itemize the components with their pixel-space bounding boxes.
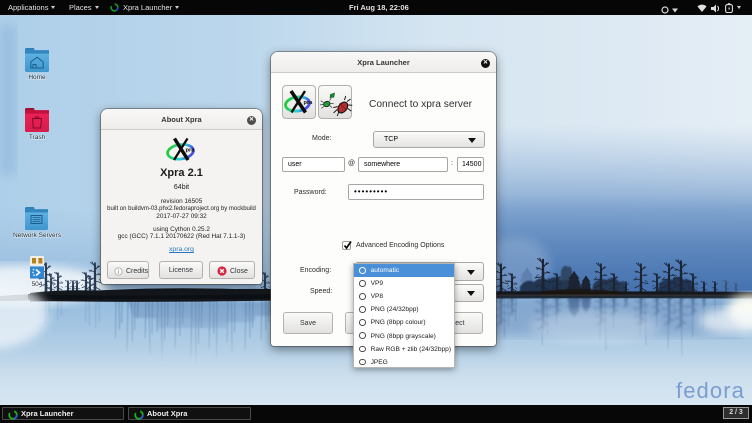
svg-text:pra: pra bbox=[304, 100, 314, 106]
svg-text:pra: pra bbox=[186, 148, 196, 154]
svg-text:i: i bbox=[118, 269, 120, 276]
svg-text:504: 504 bbox=[32, 281, 43, 288]
svg-text:Home: Home bbox=[28, 74, 46, 81]
svg-text:Network Servers: Network Servers bbox=[13, 232, 62, 239]
svg-text:fedora: fedora bbox=[676, 378, 745, 403]
svg-text:Trash: Trash bbox=[29, 134, 46, 141]
